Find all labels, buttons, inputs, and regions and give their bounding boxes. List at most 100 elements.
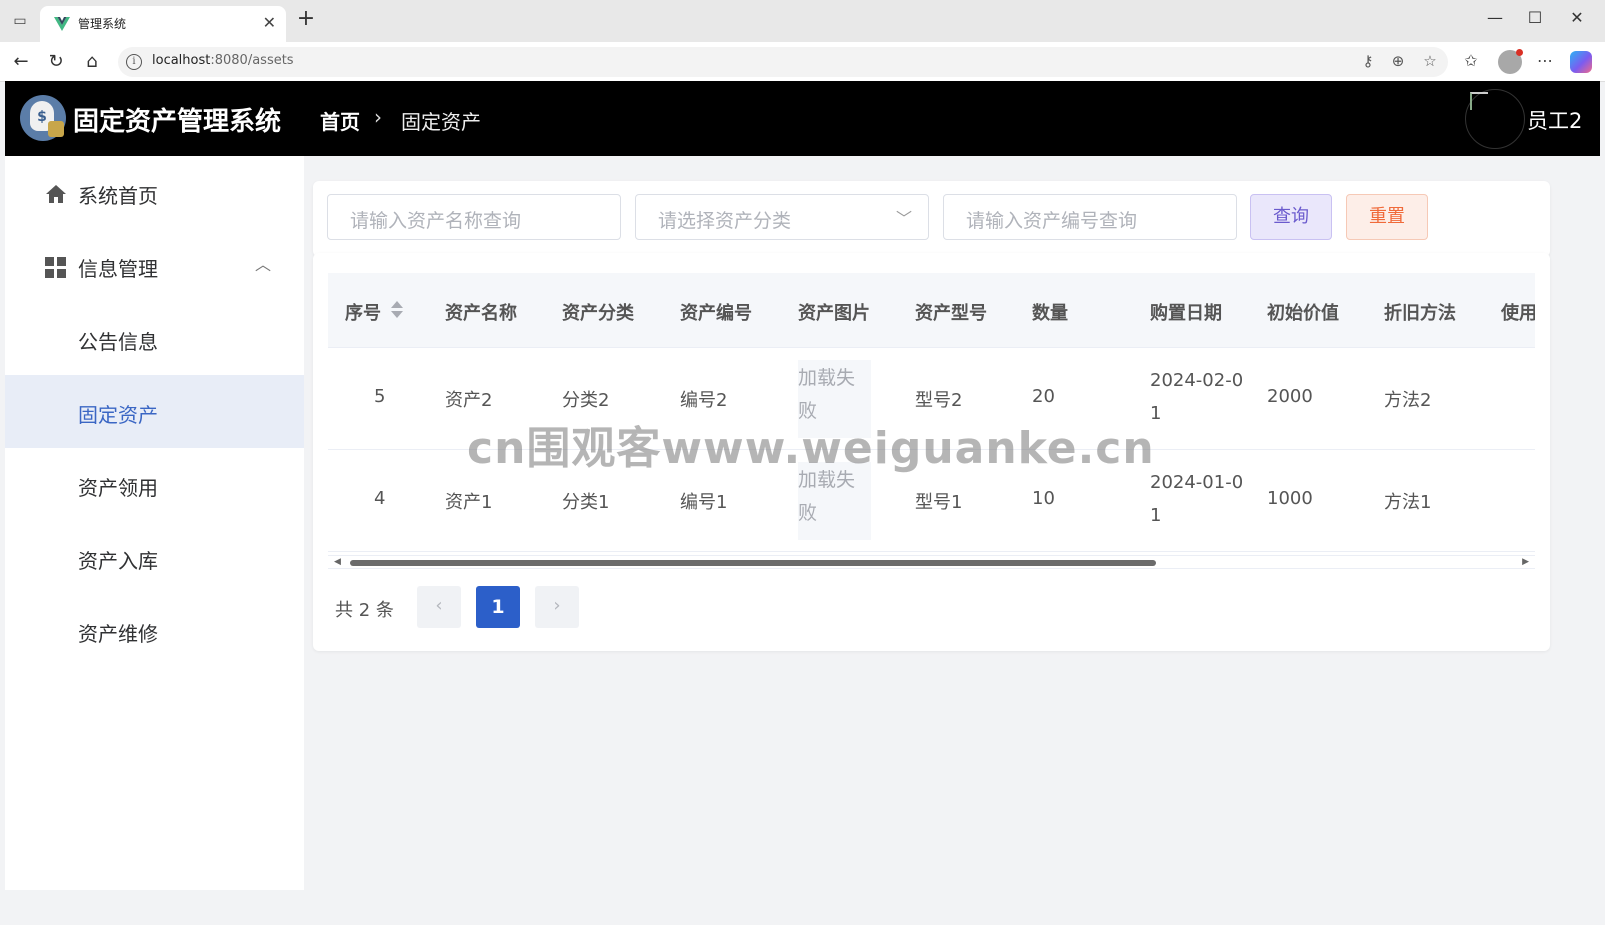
sidebar-item-label: 资产领用 [78,476,158,500]
user-name[interactable]: 员工2 [1527,105,1582,135]
tab-title: 管理系统 [78,17,127,31]
scroll-right-icon[interactable]: ▶ [1522,556,1529,568]
cell-purchase-date: 2024-01-01 [1150,472,1244,526]
horizontal-scrollbar[interactable]: ◀ ▶ [328,555,1535,569]
search-card: 请输入资产名称查询 请选择资产分类 ﹀ 请输入资产编号查询 查询 重置 [313,181,1550,257]
cell-model: 型号1 [915,492,963,513]
sidebar-item-home[interactable]: 系统首页 [5,156,304,229]
breadcrumb-home[interactable]: 首页 [320,106,360,135]
browser-tab[interactable]: 管理系统 ✕ [40,6,286,42]
zoom-icon[interactable]: ⊕ [1388,52,1408,70]
reset-button[interactable]: 重置 [1346,194,1428,240]
cell-quantity: 20 [1032,386,1055,407]
copilot-icon[interactable] [1570,51,1592,73]
column-header-category: 资产分类 [562,303,634,324]
cell-depreciation: 方法1 [1384,492,1432,513]
grid-icon [45,257,67,279]
url-field[interactable]: i localhost:8080/assets ⚷ ⊕ ☆ [118,47,1448,77]
favorites-icon[interactable]: ✩ [1460,51,1482,70]
cell-purchase-date: 2024-02-01 [1150,370,1244,424]
app-title: 固定资产管理系统 [73,107,282,137]
sidebar-item-asset-repair[interactable]: 资产维修 [5,594,304,667]
column-header-usage: 使用 [1501,303,1535,324]
sidebar-item-info-management[interactable]: 信息管理 ︿ [5,229,304,302]
cell-category: 分类2 [562,390,610,411]
breadcrumb-current: 固定资产 [401,110,481,134]
column-header-model: 资产型号 [915,303,987,324]
sidebar-item-asset-requisition[interactable]: 资产领用 [5,448,304,521]
cell-quantity: 10 [1032,488,1055,509]
column-header-name: 资产名称 [445,303,517,324]
cell-code: 编号1 [680,492,728,513]
site-info-icon[interactable]: i [126,54,142,70]
sidebar-item-label: 资产入库 [78,549,158,573]
notification-dot [1516,49,1523,56]
sidebar-item-label: 信息管理 [78,257,158,281]
maximize-icon[interactable]: ☐ [1520,8,1550,27]
tab-close-icon[interactable]: ✕ [263,13,276,32]
scroll-left-icon[interactable]: ◀ [334,556,341,568]
sort-icon[interactable] [391,299,403,321]
app-root: $ 固定资产管理系统 首页 › 固定资产 员工2 系统首页 信息管理 ︿ 公告信 [5,81,1600,921]
back-icon[interactable]: ← [9,50,33,74]
url-text: localhost:8080/assets [152,53,294,68]
scrollbar-thumb[interactable] [350,560,1156,566]
key-icon[interactable]: ⚷ [1358,52,1378,70]
user-avatar[interactable] [1465,89,1525,149]
sidebar-item-label: 系统首页 [78,184,158,208]
home-icon [46,185,66,203]
column-header-quantity: 数量 [1032,303,1068,324]
asset-category-select[interactable]: 请选择资产分类 ﹀ [635,194,929,240]
cell-category: 分类1 [562,492,610,513]
sidebar-item-fixed-assets[interactable]: 固定资产 [5,375,304,448]
cell-model: 型号2 [915,390,963,411]
more-menu-icon[interactable]: ⋯ [1534,51,1556,70]
sidebar-item-label: 公告信息 [78,330,158,354]
window-close-icon[interactable]: ✕ [1562,8,1592,27]
column-header-image: 资产图片 [798,303,870,324]
cell-code: 编号2 [680,390,728,411]
cell-id: 4 [374,488,386,509]
new-tab-button[interactable]: + [294,8,318,32]
asset-name-placeholder: 请输入资产名称查询 [350,210,522,232]
money-bag-logo-icon: $ [20,95,66,141]
cell-name: 资产1 [445,492,493,513]
browser-toolbar: ← ↻ ⌂ i localhost:8080/assets ⚷ ⊕ ☆ ✩ ⋯ [0,42,1605,82]
vue-logo-icon [54,17,70,31]
home-icon[interactable]: ⌂ [80,50,104,74]
favorite-star-icon[interactable]: ☆ [1420,52,1440,70]
cell-id: 5 [374,386,386,407]
reload-icon[interactable]: ↻ [44,50,68,74]
broken-image-icon [1470,92,1488,110]
pagination-next-button[interactable]: › [535,586,579,628]
chevron-down-icon: ﹀ [895,209,912,228]
sidebar: 系统首页 信息管理 ︿ 公告信息 固定资产 资产领用 资产入库 资产维修 [5,156,304,890]
cell-name: 资产2 [445,390,493,411]
cell-initial-value: 2000 [1267,386,1313,407]
column-header-id[interactable]: 序号 [345,299,403,325]
sidebar-item-announcements[interactable]: 公告信息 [5,302,304,375]
watermark-text: cn围观客www.weiguanke.cn [467,423,1155,474]
asset-code-search-input[interactable]: 请输入资产编号查询 [943,194,1237,240]
column-header-code: 资产编号 [680,303,752,324]
browser-tabbar: ▭ 管理系统 ✕ + — ☐ ✕ [0,0,1605,42]
column-header-depreciation: 折旧方法 [1384,303,1456,324]
minimize-icon[interactable]: — [1480,8,1510,27]
asset-code-placeholder: 请输入资产编号查询 [966,210,1138,232]
sidebar-item-asset-storage[interactable]: 资产入库 [5,521,304,594]
asset-category-placeholder: 请选择资产分类 [658,210,792,232]
breadcrumb-separator-icon: › [374,105,382,129]
cell-initial-value: 1000 [1267,488,1313,509]
pagination-prev-button[interactable]: ‹ [417,586,461,628]
pagination-total: 共 2 条 [335,600,394,621]
asset-name-search-input[interactable]: 请输入资产名称查询 [327,194,621,240]
sidebar-item-label: 资产维修 [78,622,158,646]
column-header-purchase-date: 购置日期 [1150,303,1222,324]
query-button[interactable]: 查询 [1250,194,1332,240]
sidebar-item-label: 固定资产 [78,403,158,427]
pagination-page-1[interactable]: 1 [476,586,520,628]
column-header-initial-value: 初始价值 [1267,303,1339,324]
table-header: 序号 资产名称 资产分类 资产编号 资产图片 资产型号 数量 购置日期 初始价值… [328,273,1535,348]
app-header: $ 固定资产管理系统 首页 › 固定资产 员工2 [5,81,1600,156]
tab-actions-icon[interactable]: ▭ [8,10,32,32]
